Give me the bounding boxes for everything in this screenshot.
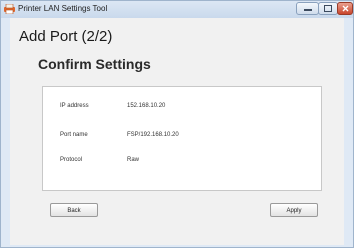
setting-row-protocol: Protocol Raw [43,154,321,166]
close-icon [342,5,348,12]
window-title: Printer LAN Settings Tool [18,4,108,13]
close-button[interactable] [337,2,353,15]
setting-value: 152.168.10.20 [127,103,166,109]
setting-label: Protocol [60,157,83,163]
app-window: Printer LAN Settings Tool Add Port (2/2)… [0,0,354,248]
setting-value: Raw [127,157,140,163]
minimize-icon [303,9,312,11]
maximize-button[interactable] [318,2,338,15]
printer-app-icon [4,4,15,14]
minimize-button[interactable] [296,2,319,15]
setting-row-ip-address: IP address 152.168.10.20 [43,100,321,112]
setting-label: Port name [60,132,88,138]
setting-row-port-name: Port name FSP/192.168.10.20 [43,129,321,141]
settings-summary-panel: IP address 152.168.10.20 Port name FSP/1… [42,86,322,191]
maximize-icon [324,5,332,12]
apply-button[interactable]: Apply [270,203,318,217]
page-title: Add Port (2/2) [19,28,113,45]
section-title: Confirm Settings [38,56,151,72]
setting-value: FSP/192.168.10.20 [127,132,179,138]
setting-label: IP address [60,103,89,109]
title-bar[interactable]: Printer LAN Settings Tool [1,1,353,18]
back-button[interactable]: Back [50,203,98,217]
